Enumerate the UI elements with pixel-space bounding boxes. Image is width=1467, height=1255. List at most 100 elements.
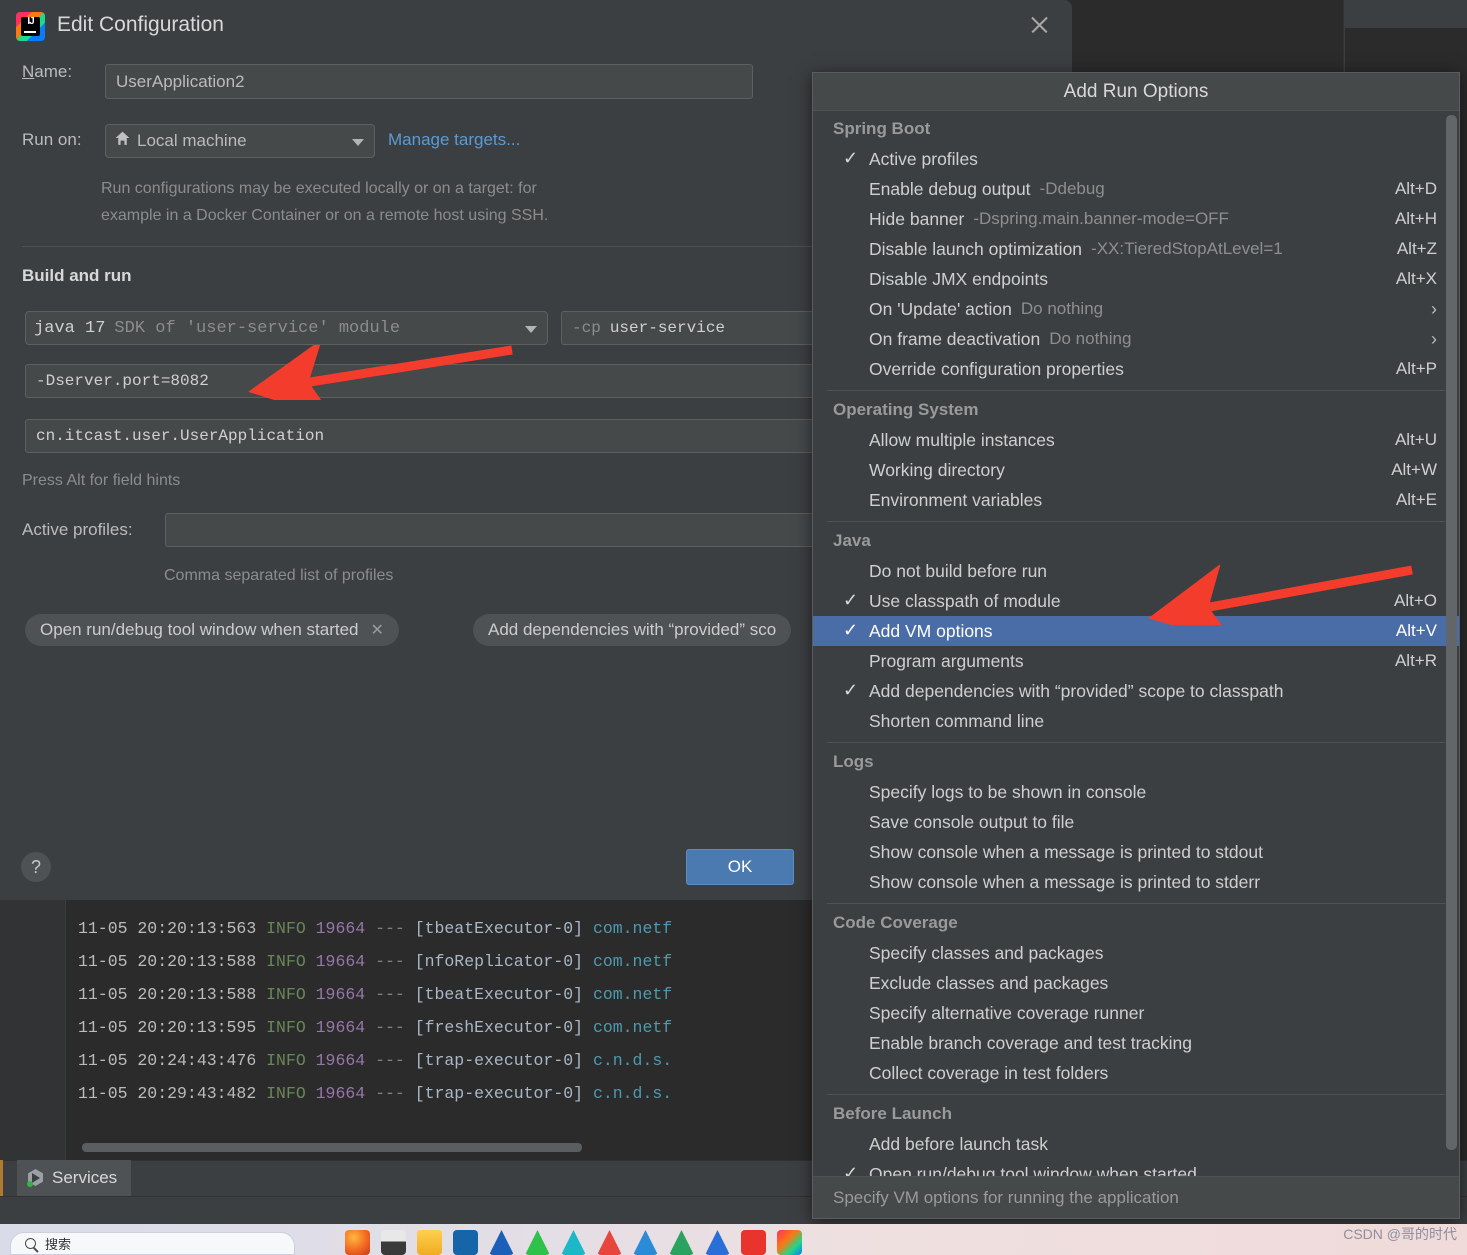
taskbar-icon-browser[interactable] — [705, 1230, 730, 1255]
log-level: INFO — [266, 1051, 306, 1070]
tab-services[interactable]: Services — [17, 1160, 132, 1196]
group-title-java: Java — [833, 531, 871, 550]
taskbar-icon-firefox[interactable] — [345, 1230, 370, 1255]
tool-window-active-marker — [0, 1160, 3, 1196]
menu-item-override-configuration-properties[interactable]: Override configuration properties Alt+P — [813, 354, 1459, 384]
name-input-value: UserApplication2 — [116, 71, 245, 91]
menu-item-on-update-action[interactable]: On 'Update' action Do nothing › — [813, 294, 1459, 324]
taskbar-search-box[interactable]: 搜索 — [10, 1232, 295, 1255]
chip-label: Open run/debug tool window when started — [40, 620, 359, 639]
divider — [827, 903, 1445, 904]
menu-item-label: Do not build before run — [869, 560, 1048, 581]
menu-item-show-console-stdout[interactable]: Show console when a message is printed t… — [813, 837, 1459, 867]
menu-item-add-before-launch-task[interactable]: Add before launch task — [813, 1129, 1459, 1159]
menu-item-open-run-debug-tool-window[interactable]: ✓ Open run/debug tool window when starte… — [813, 1159, 1459, 1177]
classpath-prefix: -cp — [572, 319, 601, 337]
close-icon[interactable]: ✕ — [370, 620, 383, 640]
menu-item-allow-multiple-instances[interactable]: Allow multiple instances Alt+U — [813, 425, 1459, 455]
group-title-before-launch: Before Launch — [833, 1104, 953, 1123]
run-on-hint: Run configurations may be executed local… — [101, 175, 721, 229]
log-pid: 19664 — [315, 1051, 366, 1070]
menu-item-label: Save console output to file — [869, 811, 1075, 832]
menu-item-specify-classes-and-packages[interactable]: Specify classes and packages — [813, 938, 1459, 968]
menu-item-disable-launch-optimization[interactable]: Disable launch optimization -XX:TieredSt… — [813, 234, 1459, 264]
menu-item-save-console-output[interactable]: Save console output to file — [813, 807, 1459, 837]
menu-item-working-directory[interactable]: Working directory Alt+W — [813, 455, 1459, 485]
group-title-logs: Logs — [833, 752, 874, 771]
popup-scrollbar-thumb[interactable] — [1446, 115, 1457, 1150]
menu-item-collect-coverage-in-test-folders[interactable]: Collect coverage in test folders — [813, 1058, 1459, 1088]
menu-item-hide-banner[interactable]: Hide banner -Dspring.main.banner-mode=OF… — [813, 204, 1459, 234]
taskbar-icon-cloud[interactable] — [561, 1230, 586, 1255]
jdk-combobox[interactable]: java 17 SDK of 'user-service' module — [25, 311, 548, 345]
log-dash: --- — [375, 952, 405, 971]
run-on-combobox[interactable]: Local machine — [105, 124, 375, 158]
menu-item-use-classpath-of-module[interactable]: ✓ Use classpath of module Alt+O — [813, 586, 1459, 616]
taskbar-icon-chrome[interactable] — [633, 1230, 658, 1255]
log-class: c.n.d.s. — [592, 1084, 673, 1103]
menu-item-shortcut: Alt+O — [1394, 591, 1437, 610]
console-horizontal-scrollbar[interactable] — [82, 1143, 582, 1152]
menu-item-label: Hide banner — [869, 208, 965, 229]
menu-item-enable-debug-output[interactable]: Enable debug output -Ddebug Alt+D — [813, 174, 1459, 204]
run-on-value: Local machine — [137, 131, 247, 150]
menu-item-on-frame-deactivation[interactable]: On frame deactivation Do nothing › — [813, 324, 1459, 354]
menu-item-specify-logs-in-console[interactable]: Specify logs to be shown in console — [813, 777, 1459, 807]
name-row: Name: — [22, 62, 72, 82]
taskbar-icon-file-explorer[interactable] — [417, 1230, 442, 1255]
chevron-down-icon — [352, 139, 364, 146]
run-on-row: Run on: — [22, 130, 82, 150]
log-level: INFO — [266, 952, 306, 971]
help-button[interactable]: ? — [21, 852, 51, 882]
group-title-operating-system: Operating System — [833, 400, 979, 419]
taskbar-icon-intellij[interactable] — [777, 1230, 802, 1255]
menu-item-show-console-stderr[interactable]: Show console when a message is printed t… — [813, 867, 1459, 897]
menu-item-disable-jmx-endpoints[interactable]: Disable JMX endpoints Alt+X — [813, 264, 1459, 294]
taskbar-icon-wechat[interactable] — [525, 1230, 550, 1255]
log-thread: [tbeatExecutor-0] — [414, 919, 584, 938]
taskbar-icon-app[interactable] — [381, 1230, 406, 1255]
log-timestamp: 11-05 20:20:13:595 — [78, 1018, 257, 1037]
menu-item-sub: Do nothing — [1020, 299, 1104, 318]
chip-add-provided-dependencies[interactable]: Add dependencies with “provided” sco — [473, 614, 792, 646]
menu-item-shortcut: Alt+D — [1394, 179, 1437, 198]
taskbar-icon-opera[interactable] — [597, 1230, 622, 1255]
log-dash: --- — [375, 1018, 405, 1037]
jdk-value: java 17 — [34, 318, 106, 338]
ok-button[interactable]: OK — [686, 849, 794, 885]
taskbar-icon-edge[interactable] — [669, 1230, 694, 1255]
popup-scrollbar[interactable] — [1446, 115, 1457, 1172]
log-thread: [freshExecutor-0] — [414, 1018, 584, 1037]
chip-open-run-debug-tool-window[interactable]: Open run/debug tool window when started … — [25, 614, 399, 646]
console-line: 11-05 20:20:13:588 INFO 19664 --- [nfoRe… — [78, 945, 820, 978]
menu-item-shorten-command-line[interactable]: Shorten command line — [813, 706, 1459, 736]
menu-item-shortcut: Alt+W — [1391, 460, 1437, 479]
taskbar-icon-store[interactable] — [453, 1230, 478, 1255]
log-dash: --- — [375, 1084, 405, 1103]
menu-item-enable-branch-coverage[interactable]: Enable branch coverage and test tracking — [813, 1028, 1459, 1058]
close-icon[interactable] — [1025, 11, 1053, 39]
console-gutter — [0, 900, 66, 1160]
log-level: INFO — [266, 919, 306, 938]
taskbar-icon-wps[interactable] — [741, 1230, 766, 1255]
menu-item-do-not-build-before-run[interactable]: Do not build before run — [813, 556, 1459, 586]
menu-item-exclude-classes-and-packages[interactable]: Exclude classes and packages — [813, 968, 1459, 998]
menu-item-label: Add dependencies with “provided” scope t… — [869, 680, 1284, 701]
check-icon: ✓ — [843, 680, 859, 700]
manage-targets-link[interactable]: Manage targets... — [388, 130, 520, 150]
name-input[interactable]: UserApplication2 — [105, 64, 753, 99]
menu-item-program-arguments[interactable]: Program arguments Alt+R — [813, 646, 1459, 676]
log-class: com.netf — [592, 919, 673, 938]
menu-item-shortcut: Alt+R — [1394, 651, 1437, 670]
log-class: com.netf — [592, 985, 673, 1004]
check-icon: ✓ — [843, 1163, 859, 1176]
taskbar-icon-onedrive[interactable] — [489, 1230, 514, 1255]
menu-item-specify-alternative-coverage-runner[interactable]: Specify alternative coverage runner — [813, 998, 1459, 1028]
menu-item-active-profiles[interactable]: ✓ Active profiles — [813, 144, 1459, 174]
log-class: c.n.d.s. — [592, 1051, 673, 1070]
run-on-hint-line1: Run configurations may be executed local… — [101, 180, 537, 197]
menu-item-label: Program arguments — [869, 650, 1024, 671]
menu-item-environment-variables[interactable]: Environment variables Alt+E — [813, 485, 1459, 515]
menu-item-add-vm-options[interactable]: ✓ Add VM options Alt+V — [813, 616, 1459, 646]
menu-item-add-provided-dependencies[interactable]: ✓ Add dependencies with “provided” scope… — [813, 676, 1459, 706]
